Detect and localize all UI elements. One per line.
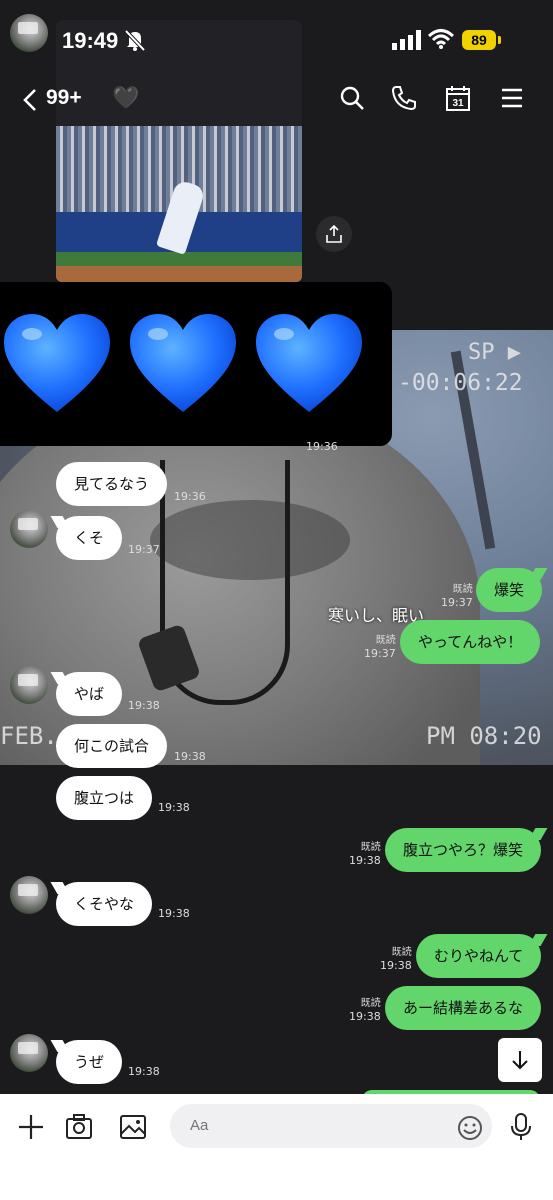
phone-icon[interactable] (390, 84, 418, 112)
message-time: 19:36 (174, 490, 206, 503)
image-icon[interactable] (118, 1112, 148, 1142)
baseball-image-message[interactable] (56, 126, 302, 282)
calendar-day: 31 (452, 98, 464, 109)
message-time: 19:38 (349, 854, 381, 867)
message-input[interactable] (170, 1104, 492, 1148)
wifi-icon (428, 29, 454, 49)
avatar[interactable] (10, 666, 48, 704)
vhs-pm: PM 08:20 (426, 722, 542, 750)
share-button[interactable] (316, 216, 352, 252)
message-meta: 既読 19:37 (441, 583, 473, 609)
blue-heart-icon (256, 314, 362, 412)
message-bubble[interactable]: 腹立つやろ？爆笑 (385, 828, 542, 872)
signal-icon (392, 30, 421, 50)
menu-icon[interactable] (498, 84, 526, 112)
message-time: 19:38 (128, 1065, 160, 1078)
avatar[interactable] (10, 510, 48, 548)
search-icon[interactable] (338, 84, 366, 112)
status-bar: 19:49 89 (0, 0, 553, 80)
message-bubble[interactable]: あー結構差あるな (385, 986, 542, 1030)
camera-icon[interactable] (64, 1112, 94, 1142)
message-bubble[interactable]: くそ (56, 516, 123, 560)
read-receipt: 既読 (375, 635, 396, 646)
message-time: 19:37 (128, 543, 160, 556)
blue-heart-icon (4, 314, 110, 412)
read-receipt: 既読 (360, 998, 381, 1009)
message-time: 19:38 (349, 1010, 381, 1023)
message-bubble[interactable]: 腹立つは (56, 776, 153, 820)
message-bubble[interactable]: 爆笑 (476, 568, 543, 612)
back-icon[interactable] (20, 88, 40, 112)
read-receipt: 既読 (391, 947, 412, 958)
message-meta: 既読 19:38 (349, 997, 381, 1023)
message-time: 19:38 (158, 801, 190, 814)
arrow-down-icon (512, 1051, 528, 1070)
calendar-icon[interactable]: 31 (444, 84, 472, 112)
message-bubble[interactable]: くそやな (56, 882, 153, 926)
message-meta: 既読 19:37 (364, 634, 396, 660)
chat-header: 99+ 🖤 31 (0, 78, 553, 122)
bell-muted-icon (124, 29, 146, 52)
message-time: 19:37 (364, 647, 396, 660)
chat-screen: SP ▶ -00:06:22 FEB. 27 PM 08:20 寒いし、眠い 1… (0, 0, 553, 1200)
battery-tip (498, 36, 501, 44)
read-receipt: 既読 (360, 842, 381, 853)
message-time: 19:37 (441, 596, 473, 609)
message-bubble[interactable]: やってんねや！ (400, 620, 541, 664)
status-time: 19:49 (62, 28, 119, 53)
vhs-sp-label: SP ▶ (468, 340, 521, 365)
message-time: 19:38 (128, 699, 160, 712)
emoji-message[interactable]: 💙💙💙 (0, 282, 392, 446)
message-time: 19:38 (380, 959, 412, 972)
message-bubble[interactable]: 何この試合 (56, 724, 168, 768)
message-bubble[interactable]: うぜ (56, 1040, 123, 1084)
message-meta: 既読 19:38 (349, 841, 381, 867)
unread-count[interactable]: 99+ (46, 86, 82, 110)
emoji-message-time: 19:36 (306, 440, 338, 453)
emoji-text: 💙💙💙 (0, 282, 1, 283)
read-receipt: 既読 (452, 584, 473, 595)
blue-heart-icon (130, 314, 236, 412)
avatar[interactable] (10, 1034, 48, 1072)
chat-name: 🖤 (112, 86, 140, 111)
emoji-icon[interactable] (456, 1114, 484, 1142)
dirt-graphic (56, 266, 302, 282)
avatar[interactable] (10, 876, 48, 914)
message-time: 19:38 (174, 750, 206, 763)
microphone-icon[interactable] (506, 1112, 536, 1142)
share-icon (326, 224, 342, 243)
vhs-counter: -00:06:22 (398, 370, 523, 396)
plus-icon[interactable] (16, 1112, 46, 1142)
message-bubble[interactable]: 見てるなう (56, 462, 168, 506)
message-bubble[interactable]: やば (56, 672, 123, 716)
scroll-down-button[interactable] (498, 1038, 542, 1082)
message-input-bar (0, 1094, 553, 1200)
message-time: 19:38 (158, 907, 190, 920)
battery-indicator: 89 (462, 30, 496, 50)
message-meta: 既読 19:38 (380, 946, 412, 972)
message-bubble[interactable]: むりやねんて (416, 934, 542, 978)
